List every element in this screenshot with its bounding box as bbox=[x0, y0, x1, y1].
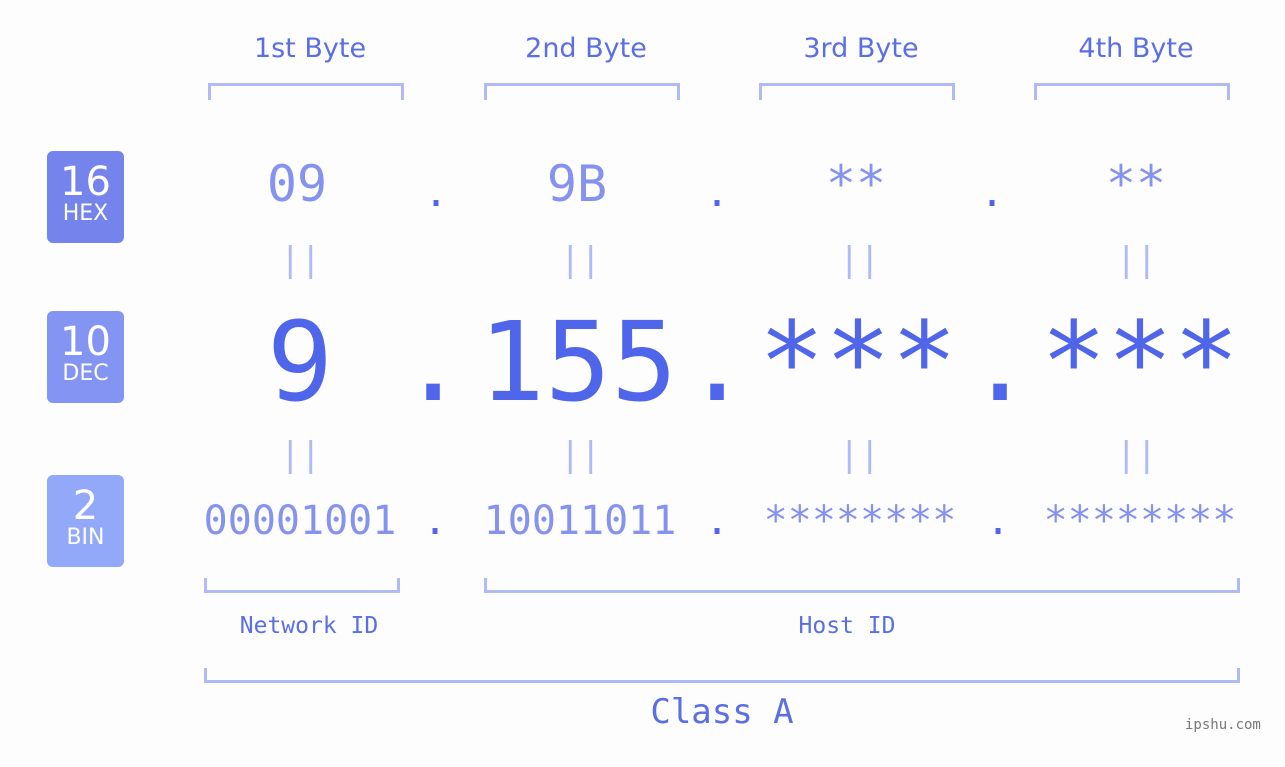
badge-dec: 10 DEC bbox=[47, 311, 124, 403]
host-id-label: Host ID bbox=[798, 613, 896, 639]
byte-header-1: 1st Byte bbox=[253, 33, 367, 64]
badge-dec-number: 10 bbox=[60, 319, 111, 365]
network-id-label: Network ID bbox=[239, 613, 379, 639]
bin-byte-4: ******** bbox=[1043, 498, 1237, 544]
bin-separator-3: . bbox=[986, 498, 1011, 544]
badge-dec-name: DEC bbox=[62, 361, 109, 386]
byte-header-3: 3rd Byte bbox=[803, 33, 919, 64]
equals-dec-bin-1: || bbox=[280, 435, 321, 475]
dec-separator-3: . bbox=[967, 298, 1034, 426]
badge-bin: 2 BIN bbox=[47, 475, 124, 567]
equals-dec-bin-4: || bbox=[1116, 435, 1157, 475]
dec-separator-1: . bbox=[400, 298, 467, 426]
dec-byte-4: *** bbox=[1040, 298, 1240, 426]
equals-hex-dec-1: || bbox=[280, 240, 321, 280]
equals-hex-dec-3: || bbox=[839, 240, 880, 280]
bin-byte-1: 00001001 bbox=[203, 498, 397, 544]
equals-hex-dec-2: || bbox=[560, 240, 601, 280]
host-id-bracket bbox=[484, 578, 1240, 593]
hex-separator-2: . bbox=[705, 170, 730, 216]
dec-byte-1: 9 bbox=[266, 298, 334, 426]
byte-header-4: 4th Byte bbox=[1078, 33, 1194, 64]
hex-byte-4: ** bbox=[1105, 155, 1167, 213]
network-id-bracket bbox=[204, 578, 400, 593]
bin-separator-1: . bbox=[423, 498, 448, 544]
equals-dec-bin-3: || bbox=[839, 435, 880, 475]
byte-bracket-4 bbox=[1034, 83, 1230, 100]
byte-bracket-3 bbox=[759, 83, 955, 100]
dec-separator-2: . bbox=[684, 298, 751, 426]
class-bracket bbox=[204, 668, 1240, 683]
hex-byte-2: 9B bbox=[546, 155, 608, 213]
equals-dec-bin-2: || bbox=[560, 435, 601, 475]
byte-header-2: 2nd Byte bbox=[525, 33, 647, 64]
badge-bin-number: 2 bbox=[72, 483, 99, 529]
dec-byte-3: *** bbox=[758, 298, 958, 426]
badge-bin-name: BIN bbox=[66, 525, 105, 550]
bin-byte-2: 10011011 bbox=[483, 498, 677, 544]
badge-hex: 16 HEX bbox=[47, 151, 124, 243]
byte-bracket-2 bbox=[484, 83, 680, 100]
equals-hex-dec-4: || bbox=[1116, 240, 1157, 280]
badge-hex-name: HEX bbox=[62, 201, 109, 226]
watermark: ipshu.com bbox=[1185, 717, 1261, 733]
hex-byte-1: 09 bbox=[266, 155, 328, 213]
hex-byte-3: ** bbox=[825, 155, 887, 213]
hex-separator-3: . bbox=[980, 170, 1005, 216]
class-label: Class A bbox=[650, 692, 794, 732]
dec-byte-2: 155 bbox=[478, 298, 678, 426]
bin-separator-2: . bbox=[705, 498, 730, 544]
hex-separator-1: . bbox=[424, 170, 449, 216]
byte-bracket-1 bbox=[208, 83, 404, 100]
bin-byte-3: ******** bbox=[763, 498, 957, 544]
badge-hex-number: 16 bbox=[60, 159, 111, 205]
